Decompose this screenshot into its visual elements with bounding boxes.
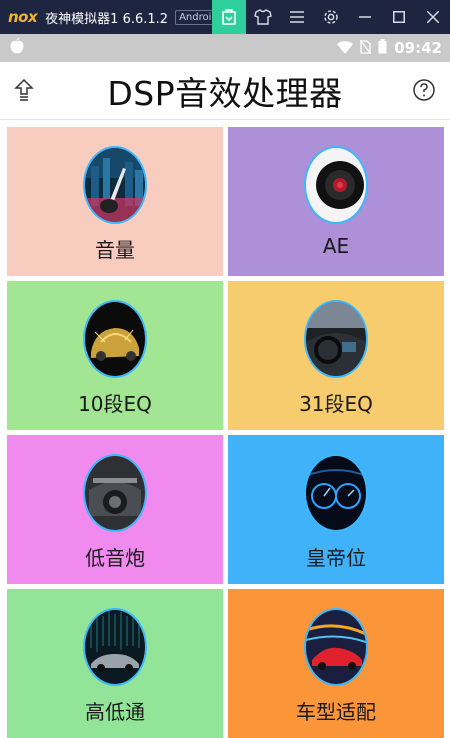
tile-label: 低音炮 (85, 546, 145, 570)
apple-notification-icon (10, 37, 24, 58)
battery-icon (378, 38, 387, 58)
emulator-title: 夜神模拟器1 6.6.1.2 (45, 11, 169, 27)
close-icon[interactable] (416, 0, 450, 34)
tile-label: AE (322, 234, 350, 258)
tile-emperor-seat[interactable]: 皇帝位 (228, 435, 444, 584)
upload-arrow-icon[interactable] (8, 74, 40, 106)
status-time: 09:42 (394, 39, 442, 57)
tile-label: 音量 (95, 238, 135, 262)
tile-label: 皇帝位 (306, 546, 366, 570)
page-title: DSP音效处理器 (107, 73, 343, 113)
tile-label: 10段EQ (78, 392, 152, 416)
minimize-icon[interactable] (348, 0, 382, 34)
app-header: DSP音效处理器 (0, 62, 450, 120)
red-car-image (304, 608, 368, 686)
tile-31-band-eq[interactable]: 31段EQ (228, 281, 444, 430)
golden-car-image (83, 300, 147, 378)
no-sim-icon (359, 39, 372, 58)
tile-label: 高低通 (85, 700, 145, 724)
subwoofer-image (83, 454, 147, 532)
guitar-city-image (83, 146, 147, 224)
android-status-bar: 09:42 (0, 34, 450, 62)
tile-label: 31段EQ (299, 392, 373, 416)
wifi-icon (337, 39, 354, 58)
shirt-skin-icon[interactable] (246, 0, 280, 34)
tile-ae[interactable]: AE (228, 127, 444, 276)
tile-label: 车型适配 (296, 700, 376, 724)
menu-icon[interactable] (280, 0, 314, 34)
feature-grid: 音量 AE 10段EQ 31段EQ 低音炮 皇帝位 高低通 车型适配 (0, 120, 450, 738)
gear-icon[interactable] (314, 0, 348, 34)
tile-10-band-eq[interactable]: 10段EQ (7, 281, 223, 430)
maximize-icon[interactable] (382, 0, 416, 34)
nox-logo-text: nox (8, 8, 38, 26)
tile-subwoofer[interactable]: 低音炮 (7, 435, 223, 584)
nox-logo: nox (8, 8, 38, 26)
car-interior-image (304, 300, 368, 378)
apk-install-icon[interactable] (212, 0, 246, 34)
tile-car-model[interactable]: 车型适配 (228, 589, 444, 738)
dashboard-image (304, 454, 368, 532)
emulator-toolbar (212, 0, 450, 34)
tile-high-low-pass[interactable]: 高低通 (7, 589, 223, 738)
sports-car-image (83, 608, 147, 686)
tile-volume[interactable]: 音量 (7, 127, 223, 276)
emulator-title-bar: nox 夜神模拟器1 6.6.1.2 Android 5 (0, 0, 450, 34)
question-icon[interactable] (408, 74, 440, 106)
speaker-image (304, 146, 368, 224)
